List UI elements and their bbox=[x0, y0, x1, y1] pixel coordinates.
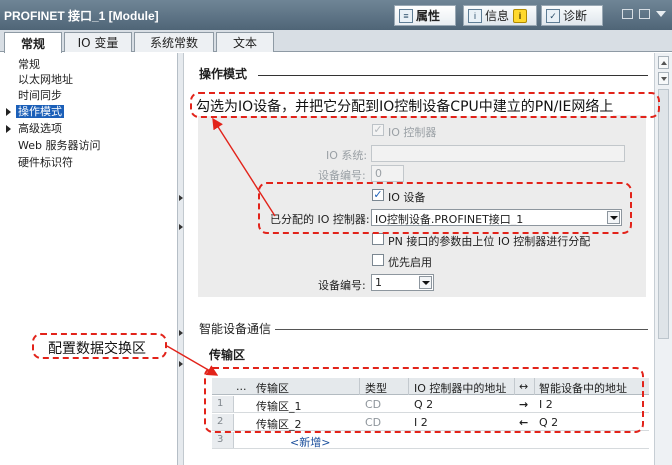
chevron-down-icon[interactable] bbox=[419, 276, 432, 289]
pn-params-label: PN 接口的参数由上位 IO 控制器进行分配 bbox=[388, 235, 591, 248]
diagnostics-icon: ✓ bbox=[546, 8, 560, 23]
priority-startup-checkbox[interactable] bbox=[372, 254, 384, 266]
section-divider bbox=[258, 75, 648, 76]
annotation-box bbox=[258, 182, 632, 234]
section-operating-mode: 操作模式 bbox=[199, 67, 248, 81]
nav-item-web-server-access[interactable]: Web 服务器访问 bbox=[18, 139, 100, 152]
io-controller-label: IO 控制器 bbox=[388, 126, 437, 139]
chevron-down-icon[interactable] bbox=[656, 11, 666, 17]
annotation-box bbox=[32, 333, 167, 359]
transfer-area-heading: 传输区 bbox=[209, 348, 246, 362]
main-tab-bar: 常规 IO 变量 系统常数 文本 bbox=[0, 30, 672, 53]
title-bar: PROFINET 接口_1 [Module] ≡ 属性 i 信息 i ✓ 诊断 bbox=[0, 0, 672, 30]
nav-item-ethernet-address[interactable]: 以太网地址 bbox=[18, 73, 73, 86]
annotation-box bbox=[204, 367, 644, 433]
annotation-box bbox=[190, 92, 660, 118]
restore-icon[interactable] bbox=[622, 9, 633, 19]
section-divider bbox=[275, 329, 648, 330]
table-row[interactable]: 3 <新增> bbox=[212, 432, 649, 449]
info-panel-icon: i bbox=[468, 8, 482, 23]
tab-system-constants[interactable]: 系统常数 bbox=[134, 32, 214, 52]
io-system-field[interactable] bbox=[371, 145, 625, 162]
priority-startup-label: 优先启用 bbox=[388, 256, 432, 269]
splitter-arrow-icon[interactable] bbox=[179, 361, 183, 367]
window-controls bbox=[622, 9, 666, 19]
tab-properties[interactable]: ≡ 属性 bbox=[394, 5, 456, 26]
pn-params-checkbox[interactable] bbox=[372, 233, 384, 245]
device-number-field[interactable]: 0 bbox=[371, 165, 404, 182]
expand-arrow-icon[interactable] bbox=[6, 108, 11, 116]
tab-info[interactable]: i 信息 i bbox=[463, 5, 537, 26]
add-new-row[interactable]: <新增> bbox=[290, 434, 330, 450]
splitter-arrow-icon[interactable] bbox=[179, 330, 183, 336]
expand-arrow-icon[interactable] bbox=[6, 125, 11, 133]
nav-item-advanced-options[interactable]: 高级选项 bbox=[18, 122, 62, 135]
nav-item-general[interactable]: 常规 bbox=[18, 58, 40, 71]
splitter-arrow-icon[interactable] bbox=[179, 195, 183, 201]
tab-io-tags[interactable]: IO 变量 bbox=[64, 32, 132, 52]
tab-texts[interactable]: 文本 bbox=[216, 32, 274, 52]
window-title: PROFINET 接口_1 [Module] bbox=[4, 9, 159, 23]
tab-general[interactable]: 常规 bbox=[4, 32, 62, 53]
section-idevice-communication: 智能设备通信 bbox=[199, 322, 272, 336]
scroll-down-icon[interactable] bbox=[658, 72, 669, 85]
nav-item-operating-mode[interactable]: 操作模式 bbox=[16, 105, 64, 118]
device-number-label: 设备编号: bbox=[318, 169, 366, 182]
scroll-thumb[interactable] bbox=[658, 89, 669, 339]
maximize-icon[interactable] bbox=[639, 9, 650, 19]
nav-item-hardware-identifier[interactable]: 硬件标识符 bbox=[18, 156, 73, 169]
io-system-label: IO 系统: bbox=[326, 149, 368, 162]
properties-icon: ≡ bbox=[399, 8, 413, 23]
tab-diagnostics[interactable]: ✓ 诊断 bbox=[541, 5, 603, 26]
device-number2-label: 设备编号: bbox=[318, 279, 366, 292]
io-controller-checkbox[interactable]: ✓ bbox=[372, 124, 384, 136]
scroll-up-icon[interactable] bbox=[658, 56, 669, 69]
device-number-select[interactable]: 1 bbox=[371, 274, 434, 291]
pane-splitter[interactable] bbox=[178, 53, 184, 465]
splitter-arrow-icon[interactable] bbox=[179, 224, 183, 230]
info-icon: i bbox=[513, 8, 528, 23]
nav-item-time-sync[interactable]: 时间同步 bbox=[18, 89, 62, 102]
